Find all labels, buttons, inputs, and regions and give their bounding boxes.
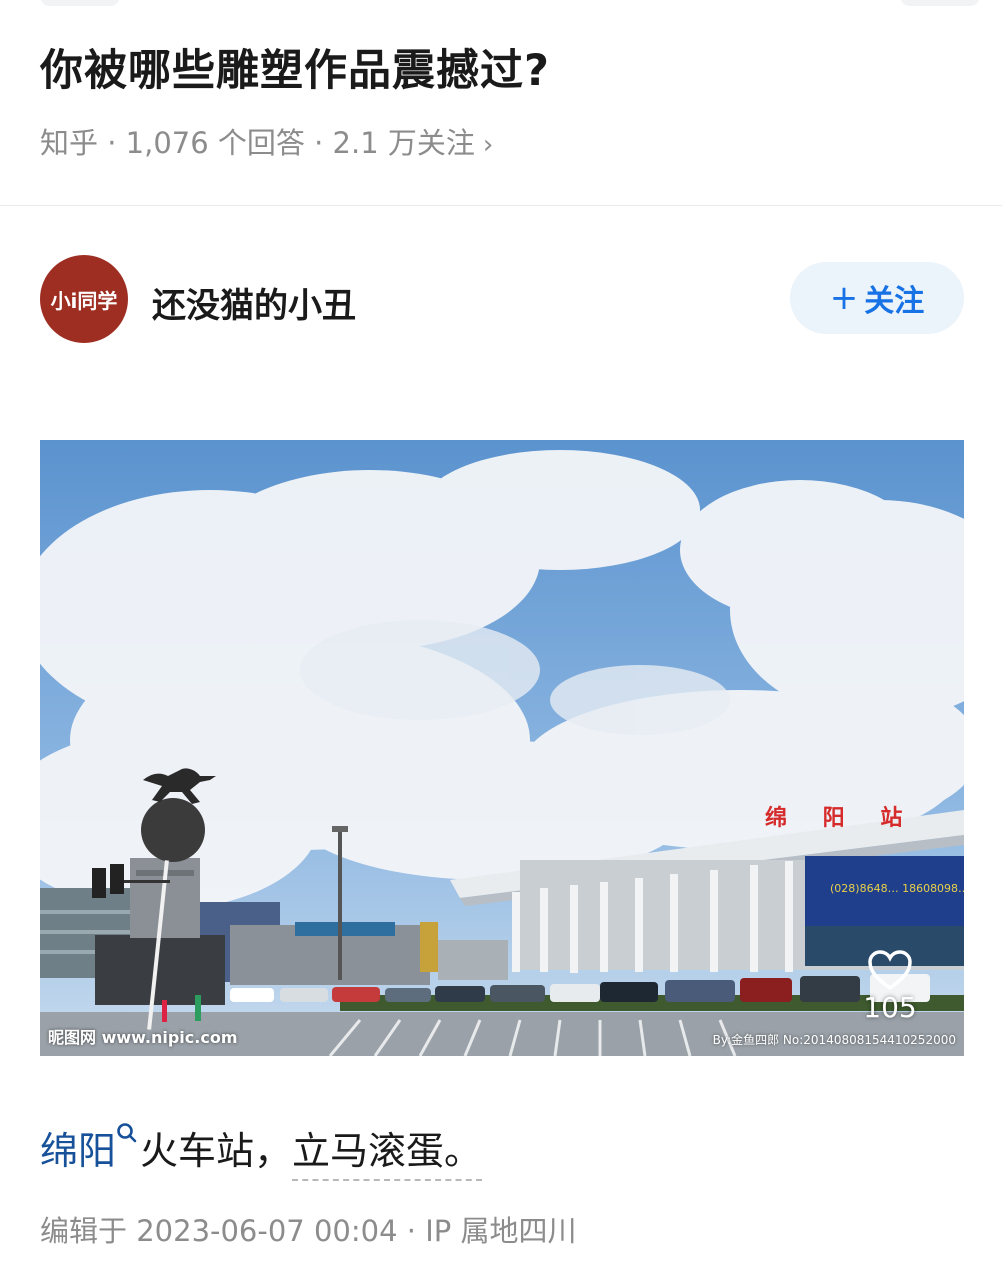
answer-text-end: 立马滚蛋。 — [292, 1129, 483, 1181]
follow-button[interactable]: + 关注 — [790, 262, 964, 334]
station-screen-text: (028)8648… 18608098… — [830, 882, 964, 895]
top-bar-fragment — [40, 0, 120, 6]
question-meta-text: 知乎 · 1,076 个回答 · 2.1 万关注 — [40, 126, 475, 160]
answer-image[interactable]: (028)8648… 18608098… 绵 阳 站 105 昵图网 www.n… — [40, 440, 964, 1056]
keyword-link[interactable]: 绵阳 — [40, 1123, 140, 1173]
question-meta[interactable]: 知乎 · 1,076 个回答 · 2.1 万关注 › — [40, 120, 493, 162]
author-name[interactable]: 还没猫的小丑 — [152, 278, 356, 327]
like-button[interactable]: 105 — [860, 949, 920, 1024]
answer-text-mid: 火车站， — [140, 1129, 293, 1173]
heart-icon — [868, 950, 912, 991]
search-icon — [117, 1123, 137, 1143]
chevron-right-icon: › — [482, 130, 494, 160]
follow-label: 关注 — [864, 284, 925, 319]
like-count: 105 — [863, 991, 917, 1024]
station-photo: (028)8648… 18608098… 绵 阳 站 — [40, 440, 964, 1056]
station-sign: 绵 阳 站 — [765, 805, 916, 831]
watermark-left: 昵图网 www.nipic.com — [48, 1028, 238, 1047]
answer-text: 绵阳 火车站，立马滚蛋。 — [40, 1120, 483, 1181]
top-bar-fragment — [900, 0, 980, 6]
question-title[interactable]: 你被哪些雕塑作品震撼过? — [40, 36, 550, 98]
avatar[interactable]: 小i同学 — [40, 255, 128, 343]
keyword-text: 绵阳 — [40, 1129, 117, 1173]
avatar-text: 小i同学 — [50, 288, 118, 313]
edit-meta: 编辑于 2023-06-07 00:04 · IP 属地四川 — [40, 1214, 577, 1248]
watermark-right: By:金鱼四郎 No:20140808154410252000 — [712, 1033, 956, 1047]
divider — [0, 205, 1002, 206]
plus-icon: + — [829, 278, 859, 318]
